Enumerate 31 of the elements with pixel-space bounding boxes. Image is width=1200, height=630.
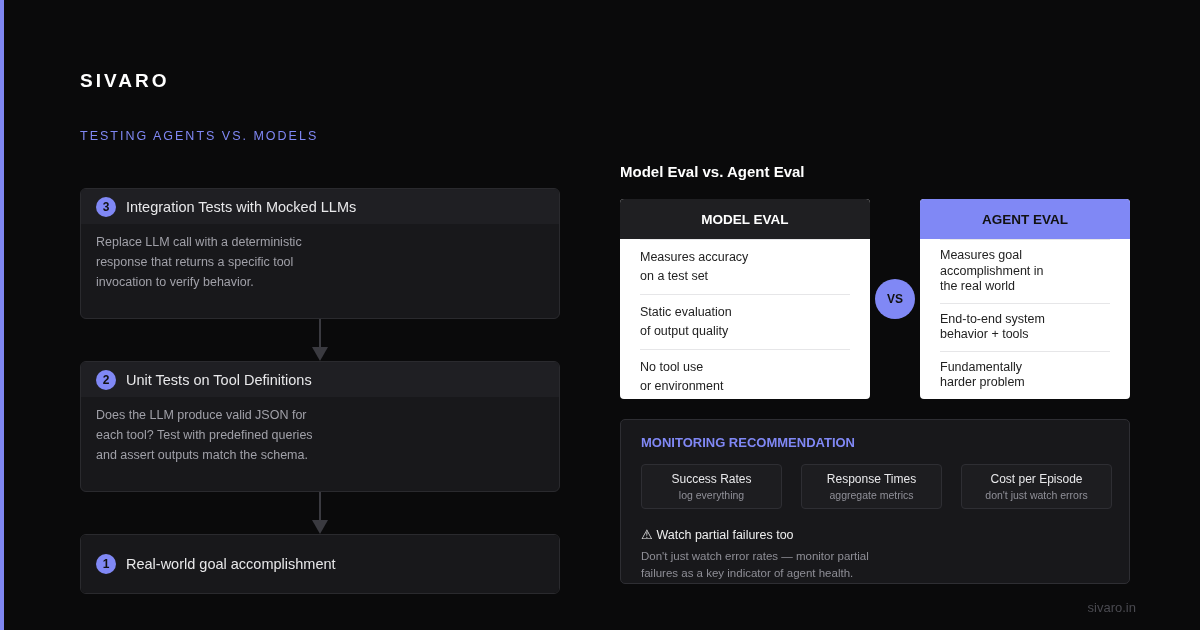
arrow-icon bbox=[312, 492, 328, 534]
warning-text: Don't just watch error rates — monitor partial failures as a key indicator of agent health. bbox=[641, 549, 870, 581]
card-item: Fundamentally harder problem bbox=[940, 350, 1110, 399]
card-title: AGENT EVAL bbox=[920, 199, 1130, 239]
step-title: Real-world goal accomplishment bbox=[126, 556, 336, 572]
card-item: Measures goal accomplishment in the real world bbox=[940, 239, 1110, 303]
warning-title: ⚠ Watch partial failures too bbox=[641, 527, 795, 542]
metric-note: log everything bbox=[678, 489, 745, 501]
step-title: Unit Tests on Tool Definitions bbox=[126, 371, 312, 388]
card-item: Static evaluation of output quality bbox=[640, 294, 850, 349]
card-title: MODEL EVAL bbox=[620, 199, 870, 239]
section-label: TESTING AGENTS VS. MODELS bbox=[80, 129, 320, 143]
brand-logo: SIVARO bbox=[80, 70, 171, 93]
step-number: 3 bbox=[96, 196, 116, 217]
metric-name: Cost per Episode bbox=[990, 472, 1083, 486]
step-number: 1 bbox=[96, 554, 116, 574]
card-item: End-to-end system behavior + tools bbox=[940, 302, 1110, 351]
arrow-icon bbox=[312, 319, 328, 361]
metric-note: aggregate metrics bbox=[829, 489, 914, 501]
panel-title: MONITORING RECOMMENDATION bbox=[641, 435, 856, 450]
metric-name: Response Times bbox=[826, 472, 917, 486]
step-title: Integration Tests with Mocked LLMs bbox=[126, 198, 357, 215]
step-description: Replace LLM call with a deterministic response that returns a specific tool invocation to verify behavior. bbox=[95, 234, 303, 291]
vs-badge: VS bbox=[875, 279, 915, 319]
card-item: Measures accuracy on a test set bbox=[640, 239, 850, 294]
card-item: No tool use or environment bbox=[640, 349, 850, 404]
step-number: 2 bbox=[96, 369, 116, 390]
metric-note: don't just watch errors bbox=[985, 489, 1088, 501]
metric-name: Success Rates bbox=[671, 472, 752, 486]
step-description: Does the LLM produce valid JSON for each tool? Test with predefined queries and assert outputs match the schema. bbox=[95, 407, 314, 464]
comparison-title: Model Eval vs. Agent Eval bbox=[620, 163, 806, 182]
